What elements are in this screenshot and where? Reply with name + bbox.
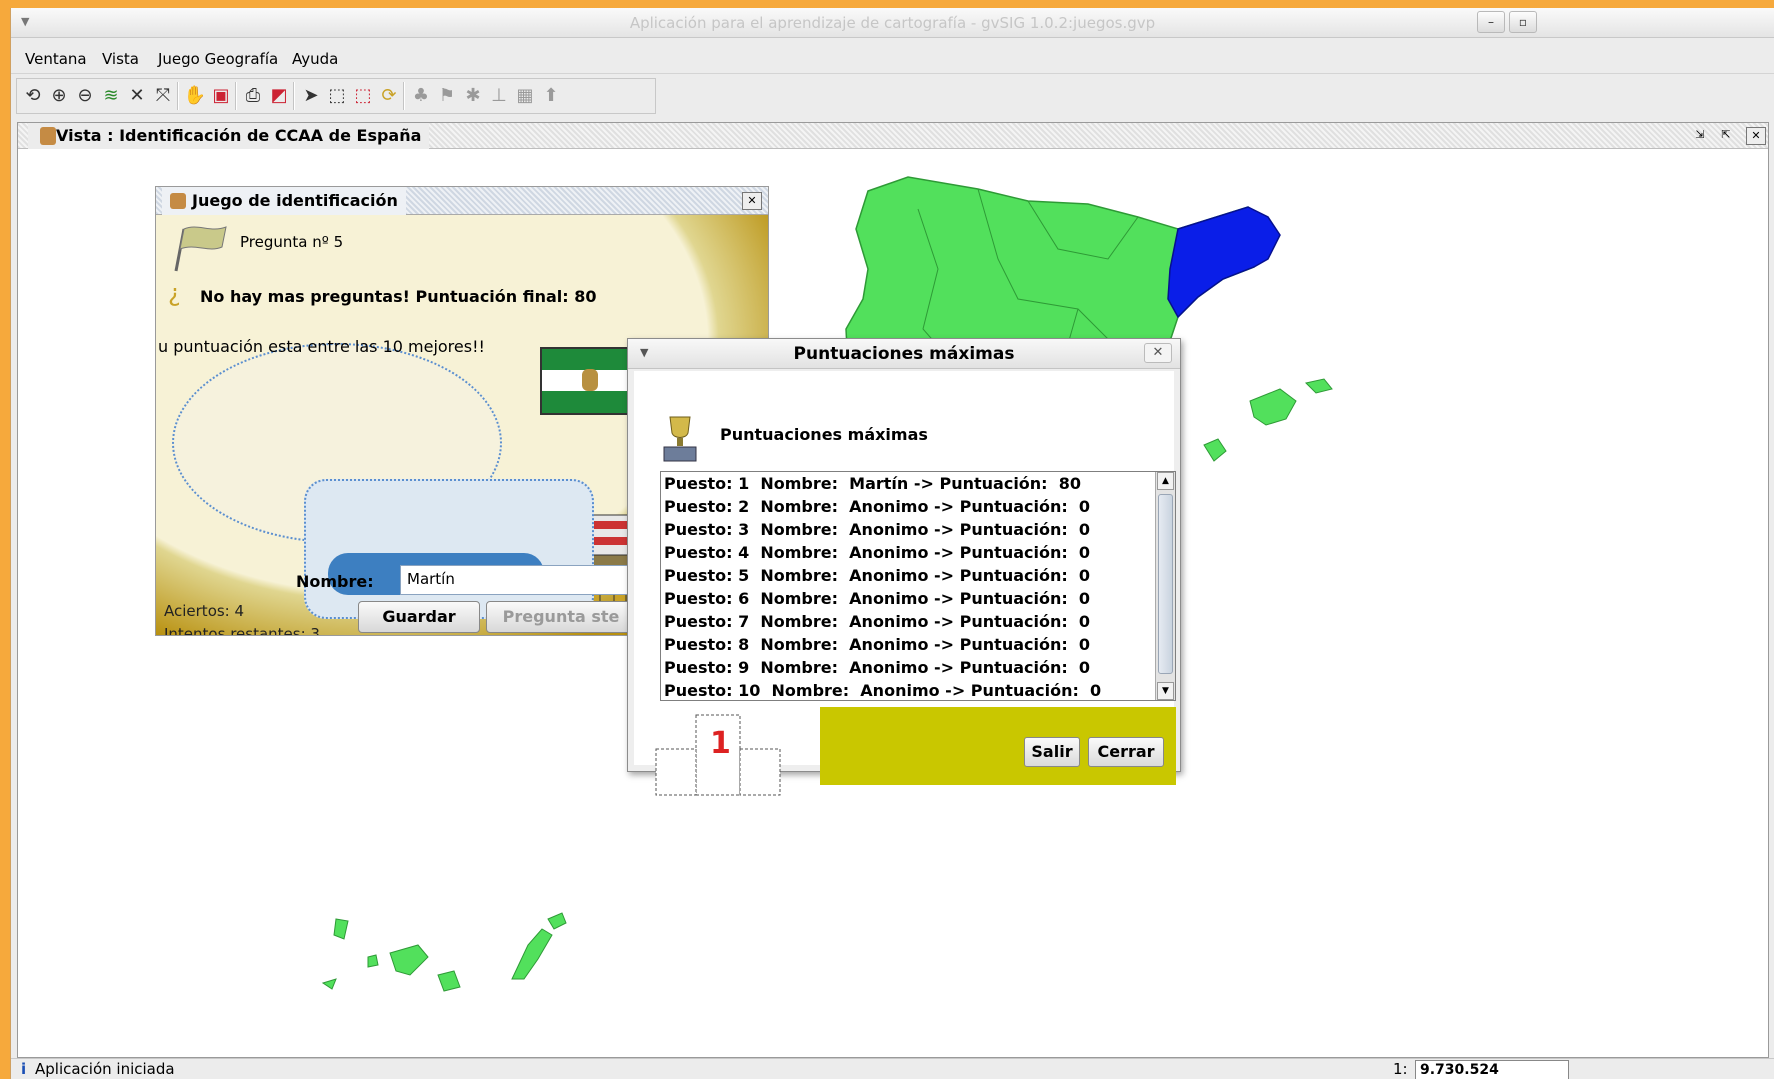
region-canarias-island [321, 978, 337, 990]
region-canarias-island [511, 928, 553, 980]
question-number: Pregunta nº 5 [240, 233, 344, 251]
scale-input[interactable]: 9.730.524 [1415, 1060, 1569, 1079]
status-text: Aplicación iniciada [35, 1060, 175, 1078]
exit-button[interactable]: Salir [1024, 737, 1080, 767]
scroll-down-icon[interactable]: ▼ [1157, 682, 1174, 700]
flag-question-icon [174, 226, 227, 272]
map-view-title: Vista : Identificación de CCAA de España [28, 123, 430, 149]
menu-ayuda[interactable]: Ayuda [292, 50, 338, 68]
high-scores-subtitle: Puntuaciones máximas [720, 425, 928, 444]
pin-icon[interactable]: ⊥ [487, 84, 511, 108]
next-question-button[interactable]: Pregunta ste [486, 601, 636, 633]
info-icon: i [21, 1060, 27, 1078]
score-row[interactable]: Puesto: 9 Nombre: Anonimo -> Puntuación:… [661, 656, 1175, 679]
close-button[interactable]: Cerrar [1088, 737, 1164, 767]
scale-prefix: 1: [1393, 1060, 1408, 1078]
high-scores-header: ▼ Puntuaciones máximas ✕ [628, 339, 1180, 369]
region-balearic-ibiza [1203, 438, 1227, 462]
name-panel [304, 479, 594, 619]
maximize-button[interactable]: ▫ [1509, 11, 1537, 33]
hits-label: Aciertos: 4 [164, 602, 245, 620]
name-label: Nombre: [296, 572, 374, 591]
layer-select-icon[interactable]: ▣ [209, 84, 233, 108]
high-scores-content: Puntuaciones máximas Puesto: 1 Nombre: M… [634, 371, 1176, 796]
application-window: ▼ Aplicación para el aprendizaje de cart… [10, 8, 1774, 1079]
button-panel: Salir Cerrar [820, 707, 1176, 785]
add-layer-icon[interactable]: ◩ [267, 84, 291, 108]
toolbar-separator [293, 82, 295, 110]
close-scores-icon[interactable]: ✕ [1144, 343, 1172, 363]
region-canarias [333, 918, 349, 940]
score-row[interactable]: Puesto: 3 Nombre: Anonimo -> Puntuación:… [661, 518, 1175, 541]
question-mark-icon: ¿ [168, 279, 181, 307]
home-icon[interactable]: ⬆ [539, 84, 563, 108]
save-button[interactable]: Guardar [358, 601, 480, 633]
game-icon [170, 193, 186, 209]
region-canarias-island [437, 970, 461, 992]
view-icon [40, 127, 56, 145]
score-row[interactable]: Puesto: 5 Nombre: Anonimo -> Puntuación:… [661, 564, 1175, 587]
top10-message: u puntuación esta entre las 10 mejores!! [158, 337, 485, 356]
score-row[interactable]: Puesto: 6 Nombre: Anonimo -> Puntuación:… [661, 587, 1175, 610]
trophy-icon [663, 416, 697, 462]
region-balearic-menorca [1305, 378, 1333, 394]
zoom-full-icon[interactable]: ⤧ [151, 84, 175, 108]
print-icon[interactable]: ⎙ [241, 84, 265, 108]
scores-scrollbar[interactable]: ▲ ▼ [1155, 472, 1175, 700]
toolbar-separator [177, 82, 179, 110]
menu-bar: Ventana Vista Juego Geografía Ayuda [11, 44, 1774, 74]
minimize-button[interactable]: – [1477, 11, 1505, 33]
region-balearic-mallorca [1249, 388, 1297, 426]
toolbar-separator [235, 82, 237, 110]
region-canarias-island [547, 912, 567, 930]
restore-icon[interactable]: ⇱ [1716, 127, 1736, 145]
layers-icon[interactable]: ≋ [99, 84, 123, 108]
scores-list[interactable]: Puesto: 1 Nombre: Martín -> Puntuación: … [660, 471, 1176, 701]
score-row[interactable]: Puesto: 7 Nombre: Anonimo -> Puntuación:… [661, 610, 1175, 633]
score-row[interactable]: Puesto: 10 Nombre: Anonimo -> Puntuación… [661, 679, 1175, 700]
title-bar: ▼ Aplicación para el aprendizaje de cart… [11, 8, 1774, 38]
remaining-attempts-label: Intentos restantes: 3 [164, 625, 320, 636]
score-row[interactable]: Puesto: 1 Nombre: Martín -> Puntuación: … [661, 472, 1175, 495]
zoom-extent-icon[interactable]: ✕ [125, 84, 149, 108]
close-game-icon[interactable]: ✕ [742, 192, 762, 210]
high-scores-dialog: ▼ Puntuaciones máximas ✕ Puntuaciones má… [627, 338, 1181, 796]
flag-seal [582, 369, 598, 391]
score-row[interactable]: Puesto: 4 Nombre: Anonimo -> Puntuación:… [661, 541, 1175, 564]
status-bar: i Aplicación iniciada 1: 9.730.524 [11, 1058, 1774, 1079]
iconify-icon[interactable]: ⇲ [1690, 127, 1710, 145]
region-canarias-island [389, 944, 429, 976]
toolbar: ⟲ ⊕ ⊖ ≋ ✕ ⤧ ✋ ▣ ⎙ ◩ ➤ ⬚ ⬚ ⟳ ♣ ⚑ ✱ ⊥ ▦ ⬆ [16, 78, 656, 114]
pan-zoom-icon[interactable]: ⟲ [21, 84, 45, 108]
high-scores-title: Puntuaciones máximas [793, 344, 1015, 364]
toolbar-separator [403, 82, 405, 110]
scroll-thumb[interactable] [1158, 494, 1173, 674]
hand-icon[interactable]: ✋ [183, 84, 207, 108]
menu-ventana[interactable]: Ventana [25, 50, 87, 68]
grid-icon[interactable]: ▦ [513, 84, 537, 108]
tree-icon[interactable]: ♣ [409, 84, 433, 108]
select-icon[interactable]: ⬚ [325, 84, 349, 108]
select-by-rect-icon[interactable]: ⬚ [351, 84, 375, 108]
podium-number: 1 [710, 726, 731, 761]
menu-vista[interactable]: Vista [102, 50, 139, 68]
game-dialog-title: Juego de identificación [162, 187, 406, 215]
score-row[interactable]: Puesto: 2 Nombre: Anonimo -> Puntuación:… [661, 495, 1175, 518]
zoom-out-icon[interactable]: ⊖ [73, 84, 97, 108]
star-icon[interactable]: ✱ [461, 84, 485, 108]
menu-juego-geografia[interactable]: Juego Geografía [158, 50, 278, 68]
pointer-icon[interactable]: ➤ [299, 84, 323, 108]
zoom-in-icon[interactable]: ⊕ [47, 84, 71, 108]
game-dialog-header: Juego de identificación ✕ [156, 187, 768, 215]
region-canarias-island [367, 954, 379, 968]
close-view-icon[interactable]: ✕ [1746, 127, 1766, 145]
region-catalonia [1167, 206, 1281, 319]
flag-icon[interactable]: ⚑ [435, 84, 459, 108]
final-message: No hay mas preguntas! Puntuación final: … [200, 287, 597, 306]
podium-icon: 1 [655, 714, 781, 796]
info-icon[interactable]: ⟳ [377, 84, 401, 108]
scroll-up-icon[interactable]: ▲ [1157, 472, 1174, 490]
map-view-header: Vista : Identificación de CCAA de España… [18, 123, 1768, 149]
score-row[interactable]: Puesto: 8 Nombre: Anonimo -> Puntuación:… [661, 633, 1175, 656]
